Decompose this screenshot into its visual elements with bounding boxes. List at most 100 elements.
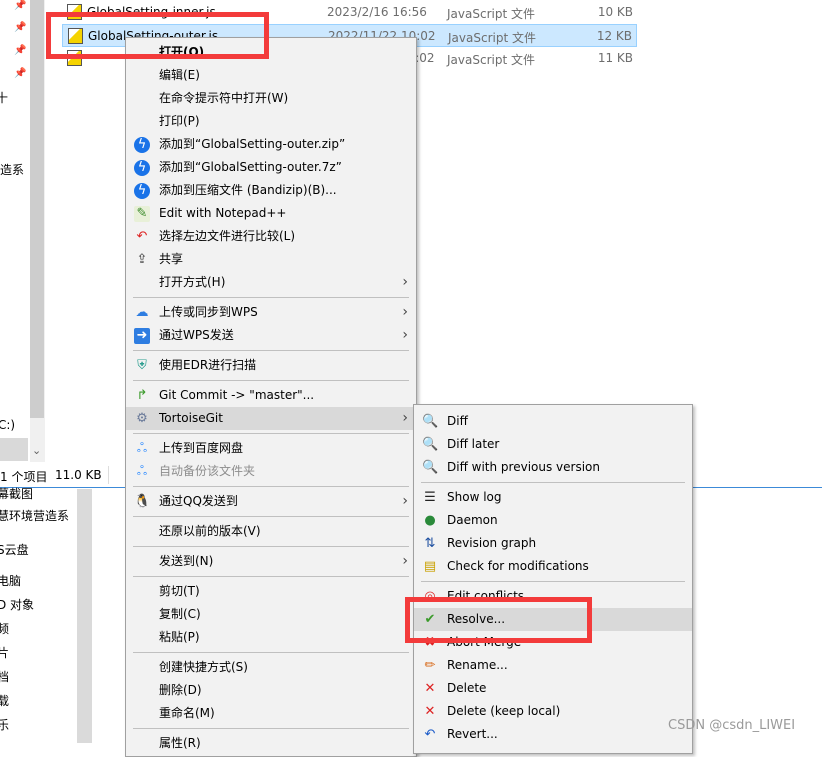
menu-item[interactable]: 🔍 Diff with previous version [414,456,692,479]
menu-item[interactable]: ⇪ 共享 [126,248,416,271]
menu-item[interactable]: 粘贴(P) [126,626,416,649]
nav-item[interactable]: S云盘 [0,541,29,558]
diff-magnifier-icon: 🔍 [422,414,439,429]
menu-item[interactable]: 发送到(N) › [126,550,416,573]
menu-item[interactable]: ➜ 通过WPS发送 › [126,324,416,347]
nav-item[interactable]: 载 [0,692,9,709]
nav-item[interactable]: 片 [0,644,9,661]
menu-separator [126,483,416,490]
diff-magnifier-icon: 🔍 [422,437,439,452]
git-commit-icon: ↱ [136,388,148,403]
menu-item[interactable]: 打开方式(H) › [126,271,416,294]
menu-separator [126,377,416,384]
menu-item[interactable]: ✕ Delete (keep local) [414,700,692,723]
menu-separator [126,543,416,550]
menu-item-label: 重命名(M) [159,706,215,720]
menu-item[interactable]: ▤ Check for modifications [414,555,692,578]
menu-item-label: 添加到压缩文件 (Bandizip)(B)... [159,183,337,197]
bandizip-icon: ϟ [134,160,150,176]
menu-item-label: 打开方式(H) [159,275,226,289]
bandizip-icon: ϟ [134,137,150,153]
menu-item[interactable]: 打印(P) [126,110,416,133]
nav-item[interactable]: 乐 [0,716,9,733]
menu-item-label: 属性(R) [159,736,201,750]
menu-separator [126,513,416,520]
menu-item[interactable]: ⇅ Revision graph [414,532,692,555]
nav-scrollbar[interactable] [77,489,92,743]
menu-item-label: Check for modifications [447,559,589,573]
menu-item-label: Show log [447,490,502,504]
menu-item[interactable]: 删除(D) [126,679,416,702]
menu-item-label: 打印(P) [159,114,200,128]
globe-icon: ● [424,513,436,528]
menu-item[interactable]: 重命名(M) [126,702,416,725]
menu-separator [126,347,416,354]
menu-item[interactable]: ஃ 上传到百度网盘 [126,437,416,460]
nav-item-selected[interactable] [0,438,28,461]
menu-item-label: 复制(C) [159,607,201,621]
menu-item[interactable]: 🐧 通过QQ发送到 › [126,490,416,513]
file-date: 2023/2/16 16:56 [327,5,427,19]
menu-item-label: Rename... [447,658,508,672]
menu-item[interactable]: 剪切(T) [126,580,416,603]
menu-item[interactable]: 属性(R) [126,732,416,755]
file-size: 12 KB [596,29,632,43]
menu-separator [126,725,416,732]
nav-item[interactable]: 十 [0,89,8,106]
menu-item[interactable]: ϟ 添加到“GlobalSetting-outer.zip” [126,133,416,156]
annotation-box-file [46,12,269,59]
menu-separator [414,479,692,486]
menu-item[interactable]: ✏ Rename... [414,654,692,677]
menu-item-label: 发送到(N) [159,554,214,568]
menu-item-label: 使用EDR进行扫描 [159,358,257,372]
menu-item[interactable]: 🔍 Diff [414,410,692,433]
menu-item[interactable]: ☰ Show log [414,486,692,509]
menu-item[interactable]: ↱ Git Commit -> "master"... [126,384,416,407]
menu-item[interactable]: ϟ 添加到“GlobalSetting-outer.7z” [126,156,416,179]
menu-item[interactable]: ● Daemon [414,509,692,532]
nav-scrollbar-thumb[interactable] [30,0,44,418]
pin-icon: 📌 [14,22,27,33]
pencil-icon: ✏ [424,658,436,673]
nav-item[interactable]: 频 [0,620,9,637]
qq-icon: 🐧 [134,494,151,509]
menu-item-label: Diff [447,414,468,428]
nav-item[interactable]: 幕截图 [0,485,33,502]
menu-item[interactable]: ⚙ TortoiseGit › [126,407,416,430]
nav-item[interactable]: 造系 [0,161,24,178]
menu-item-label: 添加到“GlobalSetting-outer.zip” [159,137,346,151]
file-size: 11 KB [597,51,633,65]
menu-item-label: 选择左边文件进行比较(L) [159,229,296,243]
menu-item-label: 通过QQ发送到 [159,494,238,508]
nav-item[interactable]: C:) [0,418,15,432]
menu-item[interactable]: ↶ 选择左边文件进行比较(L) [126,225,416,248]
menu-item-label: 通过WPS发送 [159,328,234,342]
show-log-icon: ☰ [424,490,436,505]
menu-item[interactable]: 创建快捷方式(S) [126,656,416,679]
menu-item[interactable]: 复制(C) [126,603,416,626]
menu-item[interactable]: 还原以前的版本(V) [126,520,416,543]
red-x-icon: ✕ [424,704,436,719]
menu-item[interactable]: ☁ 上传或同步到WPS › [126,301,416,324]
wps-cloud-icon: ☁ [135,305,149,320]
menu-item[interactable]: 编辑(E) [126,64,416,87]
menu-item[interactable]: ஃ 自动备份该文件夹 [126,460,416,483]
nav-item[interactable]: D 对象 [0,596,34,613]
annotation-box-resolve [405,597,592,643]
menu-item[interactable]: ✕ Delete [414,677,692,700]
nav-item[interactable]: 慧环境营造系 [0,507,69,524]
menu-item[interactable]: 🔍 Diff later [414,433,692,456]
menu-item-label: Diff with previous version [447,460,600,474]
nav-item[interactable]: 档 [0,668,9,685]
edr-shield-icon: ⛨ [137,358,147,373]
baidu-netdisk-icon: ஃ [136,441,148,456]
scroll-down-chevron-icon[interactable]: ⌄ [32,444,41,457]
menu-item-label: 创建快捷方式(S) [159,660,248,674]
chevron-right-icon: › [402,553,408,569]
menu-item[interactable]: ϟ 添加到压缩文件 (Bandizip)(B)... [126,179,416,202]
menu-item[interactable]: ⛨ 使用EDR进行扫描 [126,354,416,377]
menu-item-label: TortoiseGit [159,411,223,425]
menu-item[interactable]: 在命令提示符中打开(W) [126,87,416,110]
nav-item[interactable]: 电脑 [0,572,21,589]
menu-item[interactable]: ✎ Edit with Notepad++ [126,202,416,225]
